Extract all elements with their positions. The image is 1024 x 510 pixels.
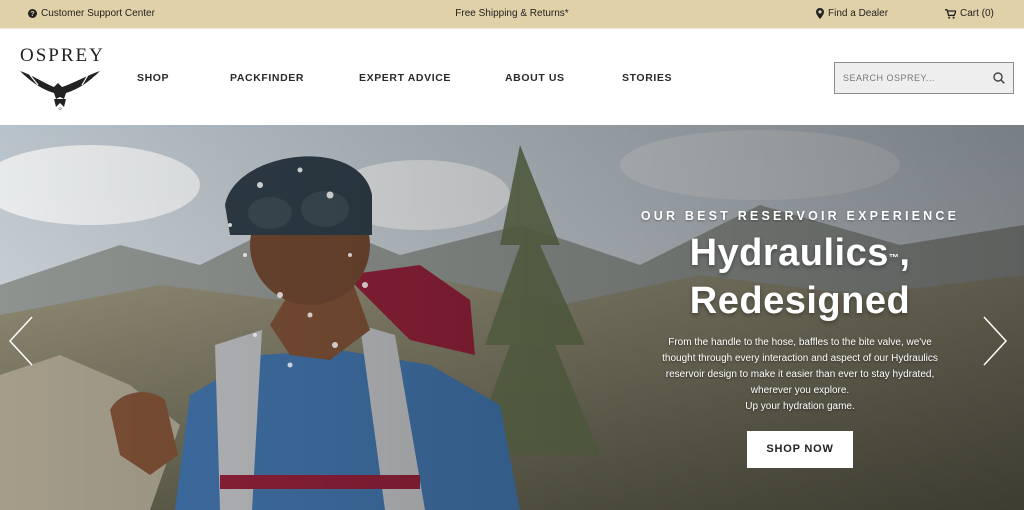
trademark-mark: ™ [888,253,900,264]
headline-line2: Redesigned [689,280,911,322]
utility-bar: ? Customer Support Center Free Shipping … [0,0,1024,28]
cart-icon [945,8,956,19]
osprey-bird-icon: ʘ [20,71,100,111]
shop-now-button[interactable]: SHOP NOW [747,431,853,468]
site-header: OSPREY ʘ SHOP PACKFINDER EXPERT ADVICE A… [0,28,1024,125]
nav-item-stories[interactable]: STORIES [622,72,672,84]
osprey-logo[interactable]: OSPREY ʘ [18,45,105,111]
hero-copy: OUR BEST RESERVOIR EXPERIENCE Hydraulics… [630,209,970,468]
svg-text:?: ? [30,9,34,18]
hero-eyebrow: OUR BEST RESERVOIR EXPERIENCE [640,209,960,223]
chevron-left-icon [8,316,33,366]
find-dealer-label: Find a Dealer [828,8,889,19]
search-input[interactable] [835,63,985,93]
carousel-next-button[interactable] [980,315,1010,367]
svg-text:ʘ: ʘ [58,106,61,111]
headline-line1: Hydraulics [689,232,889,274]
logo-wordmark: OSPREY [20,45,105,66]
customer-support-link[interactable]: ? Customer Support Center [28,8,155,19]
cart-link[interactable]: Cart (0) [945,8,994,19]
search-icon[interactable] [985,72,1013,84]
question-circle-icon: ? [28,9,37,18]
nav-item-shop[interactable]: SHOP [137,72,169,84]
map-pin-icon [816,8,824,19]
chevron-right-icon [983,316,1008,366]
shipping-promo-label[interactable]: Free Shipping & Returns* [455,8,568,19]
find-dealer-link[interactable]: Find a Dealer [816,8,888,19]
nav-item-packfinder[interactable]: PACKFINDER [230,72,304,84]
hero-body: From the handle to the hose, baffles to … [660,335,940,415]
cart-label: Cart (0) [960,8,994,19]
search-box [834,62,1014,94]
hero-banner: OUR BEST RESERVOIR EXPERIENCE Hydraulics… [0,125,1024,510]
nav-item-about-us[interactable]: ABOUT US [505,72,565,84]
carousel-prev-button[interactable] [6,315,36,367]
headline-comma: , [899,232,911,274]
customer-support-label: Customer Support Center [41,8,155,19]
hero-headline: Hydraulics™, Redesigned [630,229,970,325]
nav-item-expert-advice[interactable]: EXPERT ADVICE [359,72,451,84]
hero-body-text: From the handle to the hose, baffles to … [662,337,938,396]
hero-body-tagline: Up your hydration game. [745,401,855,412]
